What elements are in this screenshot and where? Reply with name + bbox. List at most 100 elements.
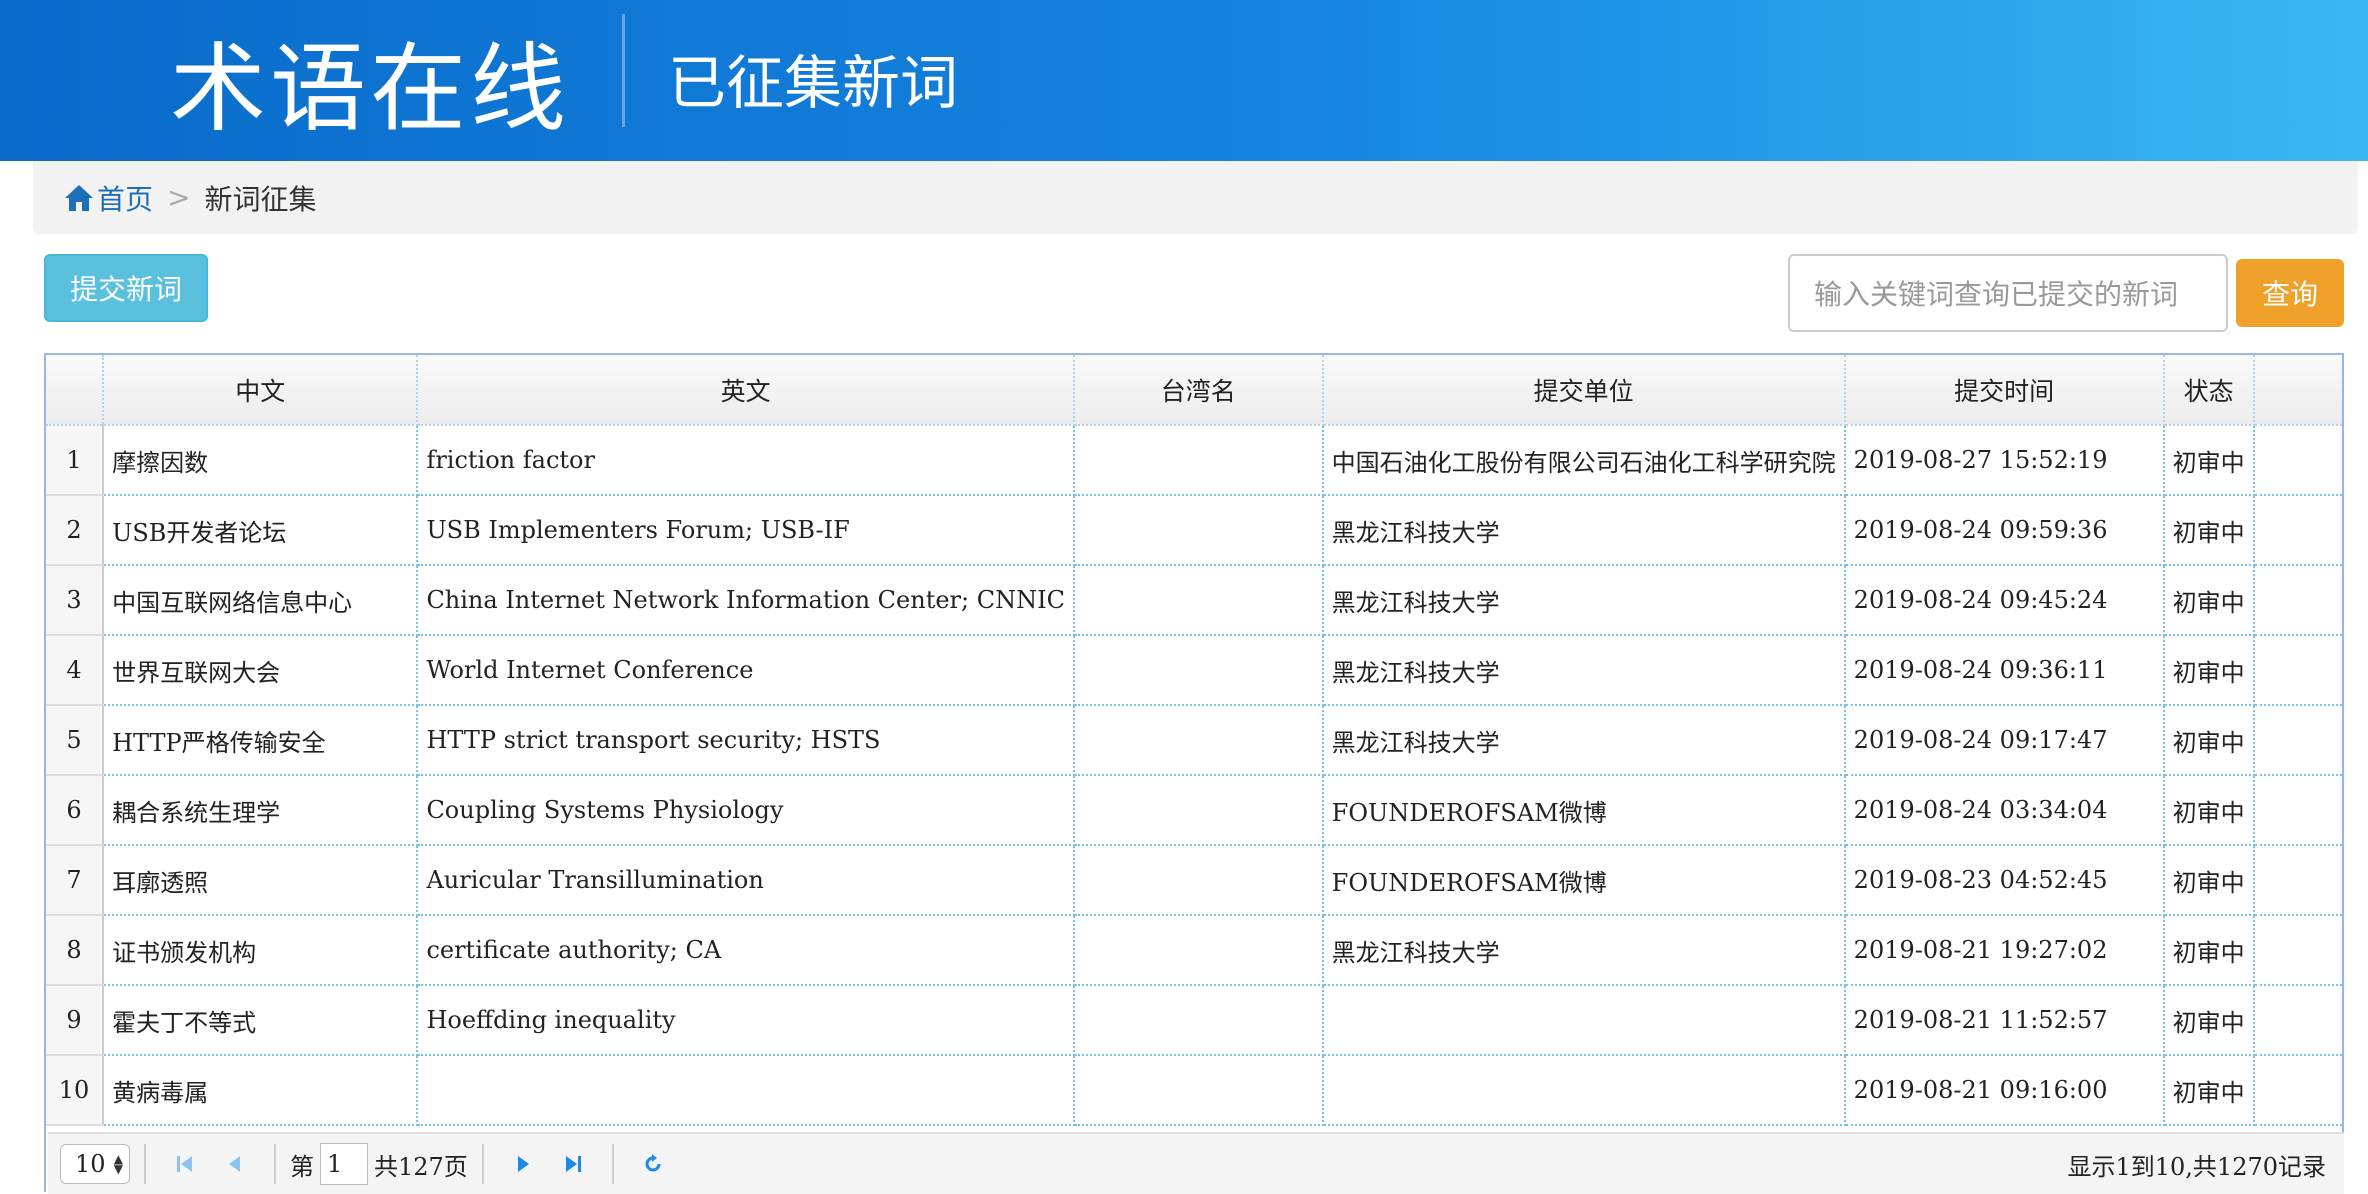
breadcrumb-current: 新词征集	[204, 182, 317, 216]
row-number: 1	[46, 425, 105, 496]
cell-submitter	[1322, 1055, 1846, 1126]
cell-taiwan-name	[1073, 1055, 1324, 1126]
cell-chinese: 证书颁发机构	[103, 915, 419, 986]
home-icon	[65, 184, 93, 211]
cell-submit-time: 2019-08-21 19:27:02	[1844, 915, 2165, 986]
pager-divider	[144, 1144, 146, 1184]
cell-status: 初审中	[2163, 845, 2255, 916]
row-filler	[2253, 705, 2342, 776]
pager-divider	[481, 1144, 484, 1184]
cell-english: HTTP strict transport security; HSTS	[417, 705, 1075, 776]
cell-chinese: USB开发者论坛	[103, 495, 419, 566]
submit-new-term-button[interactable]: 提交新词	[44, 254, 208, 322]
column-header-submit-time[interactable]: 提交时间	[1844, 355, 2165, 426]
first-page-button[interactable]	[170, 1149, 200, 1179]
column-header-taiwan-name[interactable]: 台湾名	[1073, 355, 1324, 426]
row-number: 8	[46, 915, 105, 986]
cell-status: 初审中	[2163, 775, 2255, 846]
cell-submitter: 黑龙江科技大学	[1322, 565, 1846, 636]
cell-submit-time: 2019-08-24 09:45:24	[1844, 565, 2165, 636]
site-logo[interactable]: 术语在线	[170, 30, 570, 145]
column-header-rownum	[46, 355, 105, 426]
table-row[interactable]: 7 耳廓透照 Auricular Transillumination FOUNDERO…	[46, 845, 2342, 916]
cell-chinese: 世界互联网大会	[103, 635, 419, 706]
cell-submit-time: 2019-08-21 09:16:00	[1844, 1055, 2165, 1126]
table-row[interactable]: 4 世界互联网大会 World Internet Conference 黑龙江科技大学…	[46, 635, 2342, 706]
cell-english: China Internet Network Information Cente…	[417, 565, 1075, 636]
column-header-status[interactable]: 状态	[2163, 355, 2255, 426]
page-title: 已征集新词	[668, 49, 959, 117]
last-page-button[interactable]	[558, 1149, 588, 1179]
row-number: 4	[46, 635, 105, 706]
pagination-bar: 10 ▲ ▼ 第 1 共127页 显示1到10,共1270记录	[48, 1132, 2344, 1194]
cell-english	[417, 1055, 1075, 1126]
table-row[interactable]: 10 黄病毒属 2019-08-21 09:16:00 初审中	[46, 1055, 2342, 1126]
cell-status: 初审中	[2163, 565, 2255, 636]
row-filler	[2253, 495, 2342, 566]
first-page-icon	[177, 1156, 192, 1172]
table-row[interactable]: 2 USB开发者论坛 USB Implementers Forum; USB-IF 黑…	[46, 495, 2342, 566]
search-input[interactable]: 输入关键词查询已提交的新词	[1788, 254, 2228, 332]
column-header-submitter[interactable]: 提交单位	[1322, 355, 1846, 426]
row-filler	[2253, 425, 2342, 496]
cell-chinese: 摩擦因数	[103, 425, 419, 496]
breadcrumb: 首页 > 新词征集	[33, 161, 2358, 234]
cell-submit-time: 2019-08-23 04:52:45	[1844, 845, 2165, 916]
cell-taiwan-name	[1073, 775, 1324, 846]
pager-divider	[611, 1144, 614, 1184]
page-size-select[interactable]: 10 ▲ ▼	[60, 1144, 130, 1184]
column-header-chinese[interactable]: 中文	[103, 355, 419, 426]
row-filler	[2253, 915, 2342, 986]
cell-english: World Internet Conference	[417, 635, 1075, 706]
cell-status: 初审中	[2163, 425, 2255, 496]
row-number: 3	[46, 565, 105, 636]
page-number-input[interactable]: 1	[320, 1143, 368, 1185]
cell-english: certificate authority; CA	[417, 915, 1075, 986]
cell-taiwan-name	[1073, 495, 1324, 566]
prev-page-icon	[229, 1156, 240, 1172]
cell-status: 初审中	[2163, 705, 2255, 776]
table-row[interactable]: 8 证书颁发机构 certificate authority; CA 黑龙江科技大学 2…	[46, 915, 2342, 986]
row-filler	[2253, 565, 2342, 636]
table-row[interactable]: 1 摩擦因数 friction factor 中国石油化工股份有限公司石油化工科学研究…	[46, 425, 2342, 496]
cell-taiwan-name	[1073, 425, 1324, 496]
row-filler	[2253, 635, 2342, 706]
cell-submit-time: 2019-08-24 09:36:11	[1844, 635, 2165, 706]
row-number: 10	[46, 1055, 105, 1126]
last-page-icon	[565, 1156, 581, 1172]
terms-grid: 中文 英文 台湾名 提交单位 提交时间 状态 1 摩擦因数 friction fac…	[44, 353, 2344, 1194]
cell-chinese: HTTP严格传输安全	[103, 705, 419, 776]
next-page-button[interactable]	[508, 1149, 538, 1179]
prev-page-button[interactable]	[220, 1149, 250, 1179]
cell-taiwan-name	[1073, 705, 1324, 776]
cell-submit-time: 2019-08-24 09:59:36	[1844, 495, 2165, 566]
next-page-icon	[517, 1156, 529, 1172]
cell-english: Hoeffding inequality	[417, 985, 1075, 1056]
cell-english: Coupling Systems Physiology	[417, 775, 1075, 846]
table-row[interactable]: 9 霍夫丁不等式 Hoeffding inequality 2019-08-21 11…	[46, 985, 2342, 1056]
site-header: 术语在线 已征集新词	[0, 0, 2368, 161]
row-filler	[2253, 845, 2342, 916]
table-row[interactable]: 6 耦合系统生理学 Coupling Systems Physiology FOUND…	[46, 775, 2342, 846]
cell-submitter: FOUNDEROFSAM微博	[1322, 845, 1846, 916]
refresh-button[interactable]	[638, 1149, 668, 1179]
search-button[interactable]: 查询	[2236, 259, 2344, 327]
table-row[interactable]: 5 HTTP严格传输安全 HTTP strict transport securit…	[46, 705, 2342, 776]
cell-english: USB Implementers Forum; USB-IF	[417, 495, 1075, 566]
cell-submitter: 黑龙江科技大学	[1322, 495, 1846, 566]
terms-table: 中文 英文 台湾名 提交单位 提交时间 状态 1 摩擦因数 friction fac…	[46, 355, 2342, 1126]
cell-submit-time: 2019-08-24 09:17:47	[1844, 705, 2165, 776]
cell-submitter: 黑龙江科技大学	[1322, 635, 1846, 706]
cell-chinese: 黄病毒属	[103, 1055, 419, 1126]
table-row[interactable]: 3 中国互联网络信息中心 China Internet Network Inform…	[46, 565, 2342, 636]
column-header-filler	[2253, 355, 2342, 426]
breadcrumb-home-link[interactable]: 首页	[63, 178, 153, 218]
cell-taiwan-name	[1073, 635, 1324, 706]
cell-english: Auricular Transillumination	[417, 845, 1075, 916]
cell-submitter	[1322, 985, 1846, 1056]
cell-taiwan-name	[1073, 565, 1324, 636]
cell-english: friction factor	[417, 425, 1075, 496]
breadcrumb-home-label: 首页	[97, 182, 154, 216]
column-header-english[interactable]: 英文	[417, 355, 1075, 426]
row-filler	[2253, 985, 2342, 1056]
